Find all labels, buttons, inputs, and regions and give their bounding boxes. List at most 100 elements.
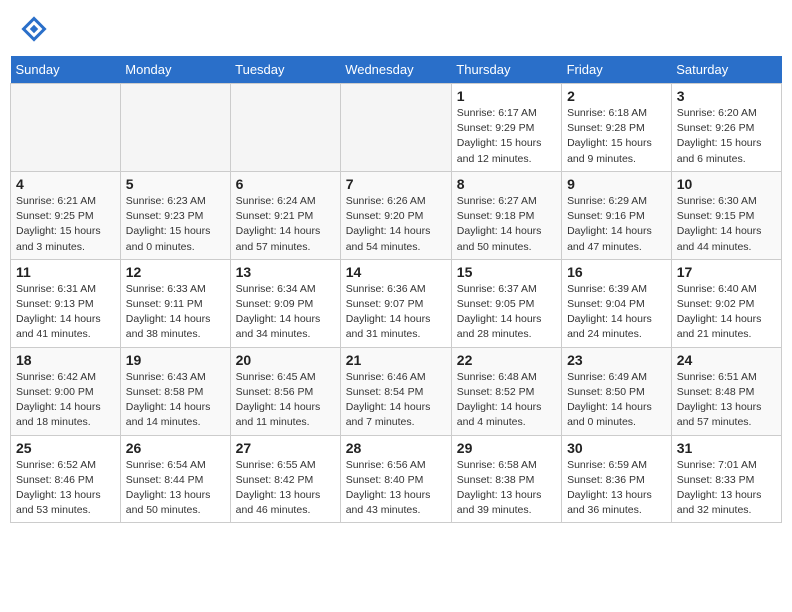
weekday-header: Wednesday: [340, 56, 451, 84]
day-info: Sunrise: 6:55 AM Sunset: 8:42 PM Dayligh…: [236, 458, 335, 519]
day-number: 17: [677, 264, 776, 280]
day-info: Sunrise: 6:21 AM Sunset: 9:25 PM Dayligh…: [16, 194, 115, 255]
day-number: 25: [16, 440, 115, 456]
calendar-cell: 21 Sunrise: 6:46 AM Sunset: 8:54 PM Dayli…: [340, 347, 451, 435]
calendar-cell: 26 Sunrise: 6:54 AM Sunset: 8:44 PM Dayli…: [120, 435, 230, 523]
calendar-cell: 30Sunrise: 6:59 AM Sunset: 8:36 PM Dayli…: [562, 435, 672, 523]
day-number: 6: [236, 176, 335, 192]
day-info: Sunrise: 6:51 AM Sunset: 8:48 PM Dayligh…: [677, 370, 776, 431]
day-info: Sunrise: 6:18 AM Sunset: 9:28 PM Dayligh…: [567, 106, 666, 167]
day-info: Sunrise: 6:31 AM Sunset: 9:13 PM Dayligh…: [16, 282, 115, 343]
calendar-cell: 17 Sunrise: 6:40 AM Sunset: 9:02 PM Dayli…: [671, 259, 781, 347]
calendar-week-row: 4 Sunrise: 6:21 AM Sunset: 9:25 PM Daylig…: [11, 171, 782, 259]
calendar-week-row: 25Sunrise: 6:52 AM Sunset: 8:46 PM Dayli…: [11, 435, 782, 523]
weekday-header: Tuesday: [230, 56, 340, 84]
calendar-cell: [340, 84, 451, 172]
calendar-cell: 18Sunrise: 6:42 AM Sunset: 9:00 PM Dayli…: [11, 347, 121, 435]
day-info: Sunrise: 6:20 AM Sunset: 9:26 PM Dayligh…: [677, 106, 776, 167]
day-number: 4: [16, 176, 115, 192]
calendar-cell: 10 Sunrise: 6:30 AM Sunset: 9:15 PM Dayli…: [671, 171, 781, 259]
day-info: Sunrise: 6:17 AM Sunset: 9:29 PM Dayligh…: [457, 106, 556, 167]
calendar-cell: 13 Sunrise: 6:34 AM Sunset: 9:09 PM Dayli…: [230, 259, 340, 347]
day-info: Sunrise: 6:58 AM Sunset: 8:38 PM Dayligh…: [457, 458, 556, 519]
calendar-cell: 15 Sunrise: 6:37 AM Sunset: 9:05 PM Dayli…: [451, 259, 561, 347]
day-number: 9: [567, 176, 666, 192]
calendar-cell: 2 Sunrise: 6:18 AM Sunset: 9:28 PM Daylig…: [562, 84, 672, 172]
day-info: Sunrise: 6:43 AM Sunset: 8:58 PM Dayligh…: [126, 370, 225, 431]
calendar-cell: 12 Sunrise: 6:33 AM Sunset: 9:11 PM Dayli…: [120, 259, 230, 347]
day-info: Sunrise: 6:37 AM Sunset: 9:05 PM Dayligh…: [457, 282, 556, 343]
day-number: 26: [126, 440, 225, 456]
day-number: 18: [16, 352, 115, 368]
day-info: Sunrise: 6:49 AM Sunset: 8:50 PM Dayligh…: [567, 370, 666, 431]
calendar-cell: 16 Sunrise: 6:39 AM Sunset: 9:04 PM Dayli…: [562, 259, 672, 347]
day-number: 5: [126, 176, 225, 192]
calendar-week-row: 11Sunrise: 6:31 AM Sunset: 9:13 PM Dayli…: [11, 259, 782, 347]
day-info: Sunrise: 6:39 AM Sunset: 9:04 PM Dayligh…: [567, 282, 666, 343]
day-number: 15: [457, 264, 556, 280]
calendar-cell: 1 Sunrise: 6:17 AM Sunset: 9:29 PM Daylig…: [451, 84, 561, 172]
calendar-cell: 4 Sunrise: 6:21 AM Sunset: 9:25 PM Daylig…: [11, 171, 121, 259]
day-info: Sunrise: 6:59 AM Sunset: 8:36 PM Dayligh…: [567, 458, 666, 519]
day-number: 20: [236, 352, 335, 368]
weekday-header: Friday: [562, 56, 672, 84]
day-number: 10: [677, 176, 776, 192]
day-number: 8: [457, 176, 556, 192]
day-info: Sunrise: 6:29 AM Sunset: 9:16 PM Dayligh…: [567, 194, 666, 255]
day-info: Sunrise: 6:34 AM Sunset: 9:09 PM Dayligh…: [236, 282, 335, 343]
day-number: 2: [567, 88, 666, 104]
day-info: Sunrise: 7:01 AM Sunset: 8:33 PM Dayligh…: [677, 458, 776, 519]
day-info: Sunrise: 6:40 AM Sunset: 9:02 PM Dayligh…: [677, 282, 776, 343]
day-number: 16: [567, 264, 666, 280]
day-number: 23: [567, 352, 666, 368]
calendar-cell: 7 Sunrise: 6:26 AM Sunset: 9:20 PM Daylig…: [340, 171, 451, 259]
calendar-week-row: 1 Sunrise: 6:17 AM Sunset: 9:29 PM Daylig…: [11, 84, 782, 172]
weekday-header: Monday: [120, 56, 230, 84]
day-number: 31: [677, 440, 776, 456]
day-number: 29: [457, 440, 556, 456]
calendar-cell: 9 Sunrise: 6:29 AM Sunset: 9:16 PM Daylig…: [562, 171, 672, 259]
calendar-cell: 25Sunrise: 6:52 AM Sunset: 8:46 PM Dayli…: [11, 435, 121, 523]
day-info: Sunrise: 6:23 AM Sunset: 9:23 PM Dayligh…: [126, 194, 225, 255]
day-number: 7: [346, 176, 446, 192]
calendar-table: SundayMondayTuesdayWednesdayThursdayFrid…: [10, 56, 782, 523]
calendar-week-row: 18Sunrise: 6:42 AM Sunset: 9:00 PM Dayli…: [11, 347, 782, 435]
logo: [20, 15, 50, 43]
day-number: 12: [126, 264, 225, 280]
day-number: 3: [677, 88, 776, 104]
calendar-cell: 8 Sunrise: 6:27 AM Sunset: 9:18 PM Daylig…: [451, 171, 561, 259]
weekday-header-row: SundayMondayTuesdayWednesdayThursdayFrid…: [11, 56, 782, 84]
calendar-cell: 24Sunrise: 6:51 AM Sunset: 8:48 PM Dayli…: [671, 347, 781, 435]
day-info: Sunrise: 6:27 AM Sunset: 9:18 PM Dayligh…: [457, 194, 556, 255]
page-header: [10, 10, 782, 48]
day-number: 28: [346, 440, 446, 456]
calendar-cell: 29 Sunrise: 6:58 AM Sunset: 8:38 PM Dayli…: [451, 435, 561, 523]
day-info: Sunrise: 6:56 AM Sunset: 8:40 PM Dayligh…: [346, 458, 446, 519]
day-number: 22: [457, 352, 556, 368]
day-info: Sunrise: 6:30 AM Sunset: 9:15 PM Dayligh…: [677, 194, 776, 255]
day-info: Sunrise: 6:46 AM Sunset: 8:54 PM Dayligh…: [346, 370, 446, 431]
day-number: 14: [346, 264, 446, 280]
day-number: 13: [236, 264, 335, 280]
day-number: 27: [236, 440, 335, 456]
day-info: Sunrise: 6:54 AM Sunset: 8:44 PM Dayligh…: [126, 458, 225, 519]
day-number: 21: [346, 352, 446, 368]
calendar-cell: [230, 84, 340, 172]
day-info: Sunrise: 6:45 AM Sunset: 8:56 PM Dayligh…: [236, 370, 335, 431]
day-number: 19: [126, 352, 225, 368]
calendar-cell: 31 Sunrise: 7:01 AM Sunset: 8:33 PM Dayli…: [671, 435, 781, 523]
weekday-header: Thursday: [451, 56, 561, 84]
calendar-cell: 14 Sunrise: 6:36 AM Sunset: 9:07 PM Dayli…: [340, 259, 451, 347]
logo-icon: [20, 15, 48, 43]
day-info: Sunrise: 6:33 AM Sunset: 9:11 PM Dayligh…: [126, 282, 225, 343]
day-info: Sunrise: 6:36 AM Sunset: 9:07 PM Dayligh…: [346, 282, 446, 343]
day-number: 1: [457, 88, 556, 104]
calendar-cell: 5 Sunrise: 6:23 AM Sunset: 9:23 PM Daylig…: [120, 171, 230, 259]
calendar-cell: [120, 84, 230, 172]
day-info: Sunrise: 6:26 AM Sunset: 9:20 PM Dayligh…: [346, 194, 446, 255]
weekday-header: Saturday: [671, 56, 781, 84]
calendar-cell: 22Sunrise: 6:48 AM Sunset: 8:52 PM Dayli…: [451, 347, 561, 435]
calendar-cell: 20 Sunrise: 6:45 AM Sunset: 8:56 PM Dayli…: [230, 347, 340, 435]
calendar-cell: 3 Sunrise: 6:20 AM Sunset: 9:26 PM Daylig…: [671, 84, 781, 172]
calendar-cell: 6Sunrise: 6:24 AM Sunset: 9:21 PM Daylig…: [230, 171, 340, 259]
